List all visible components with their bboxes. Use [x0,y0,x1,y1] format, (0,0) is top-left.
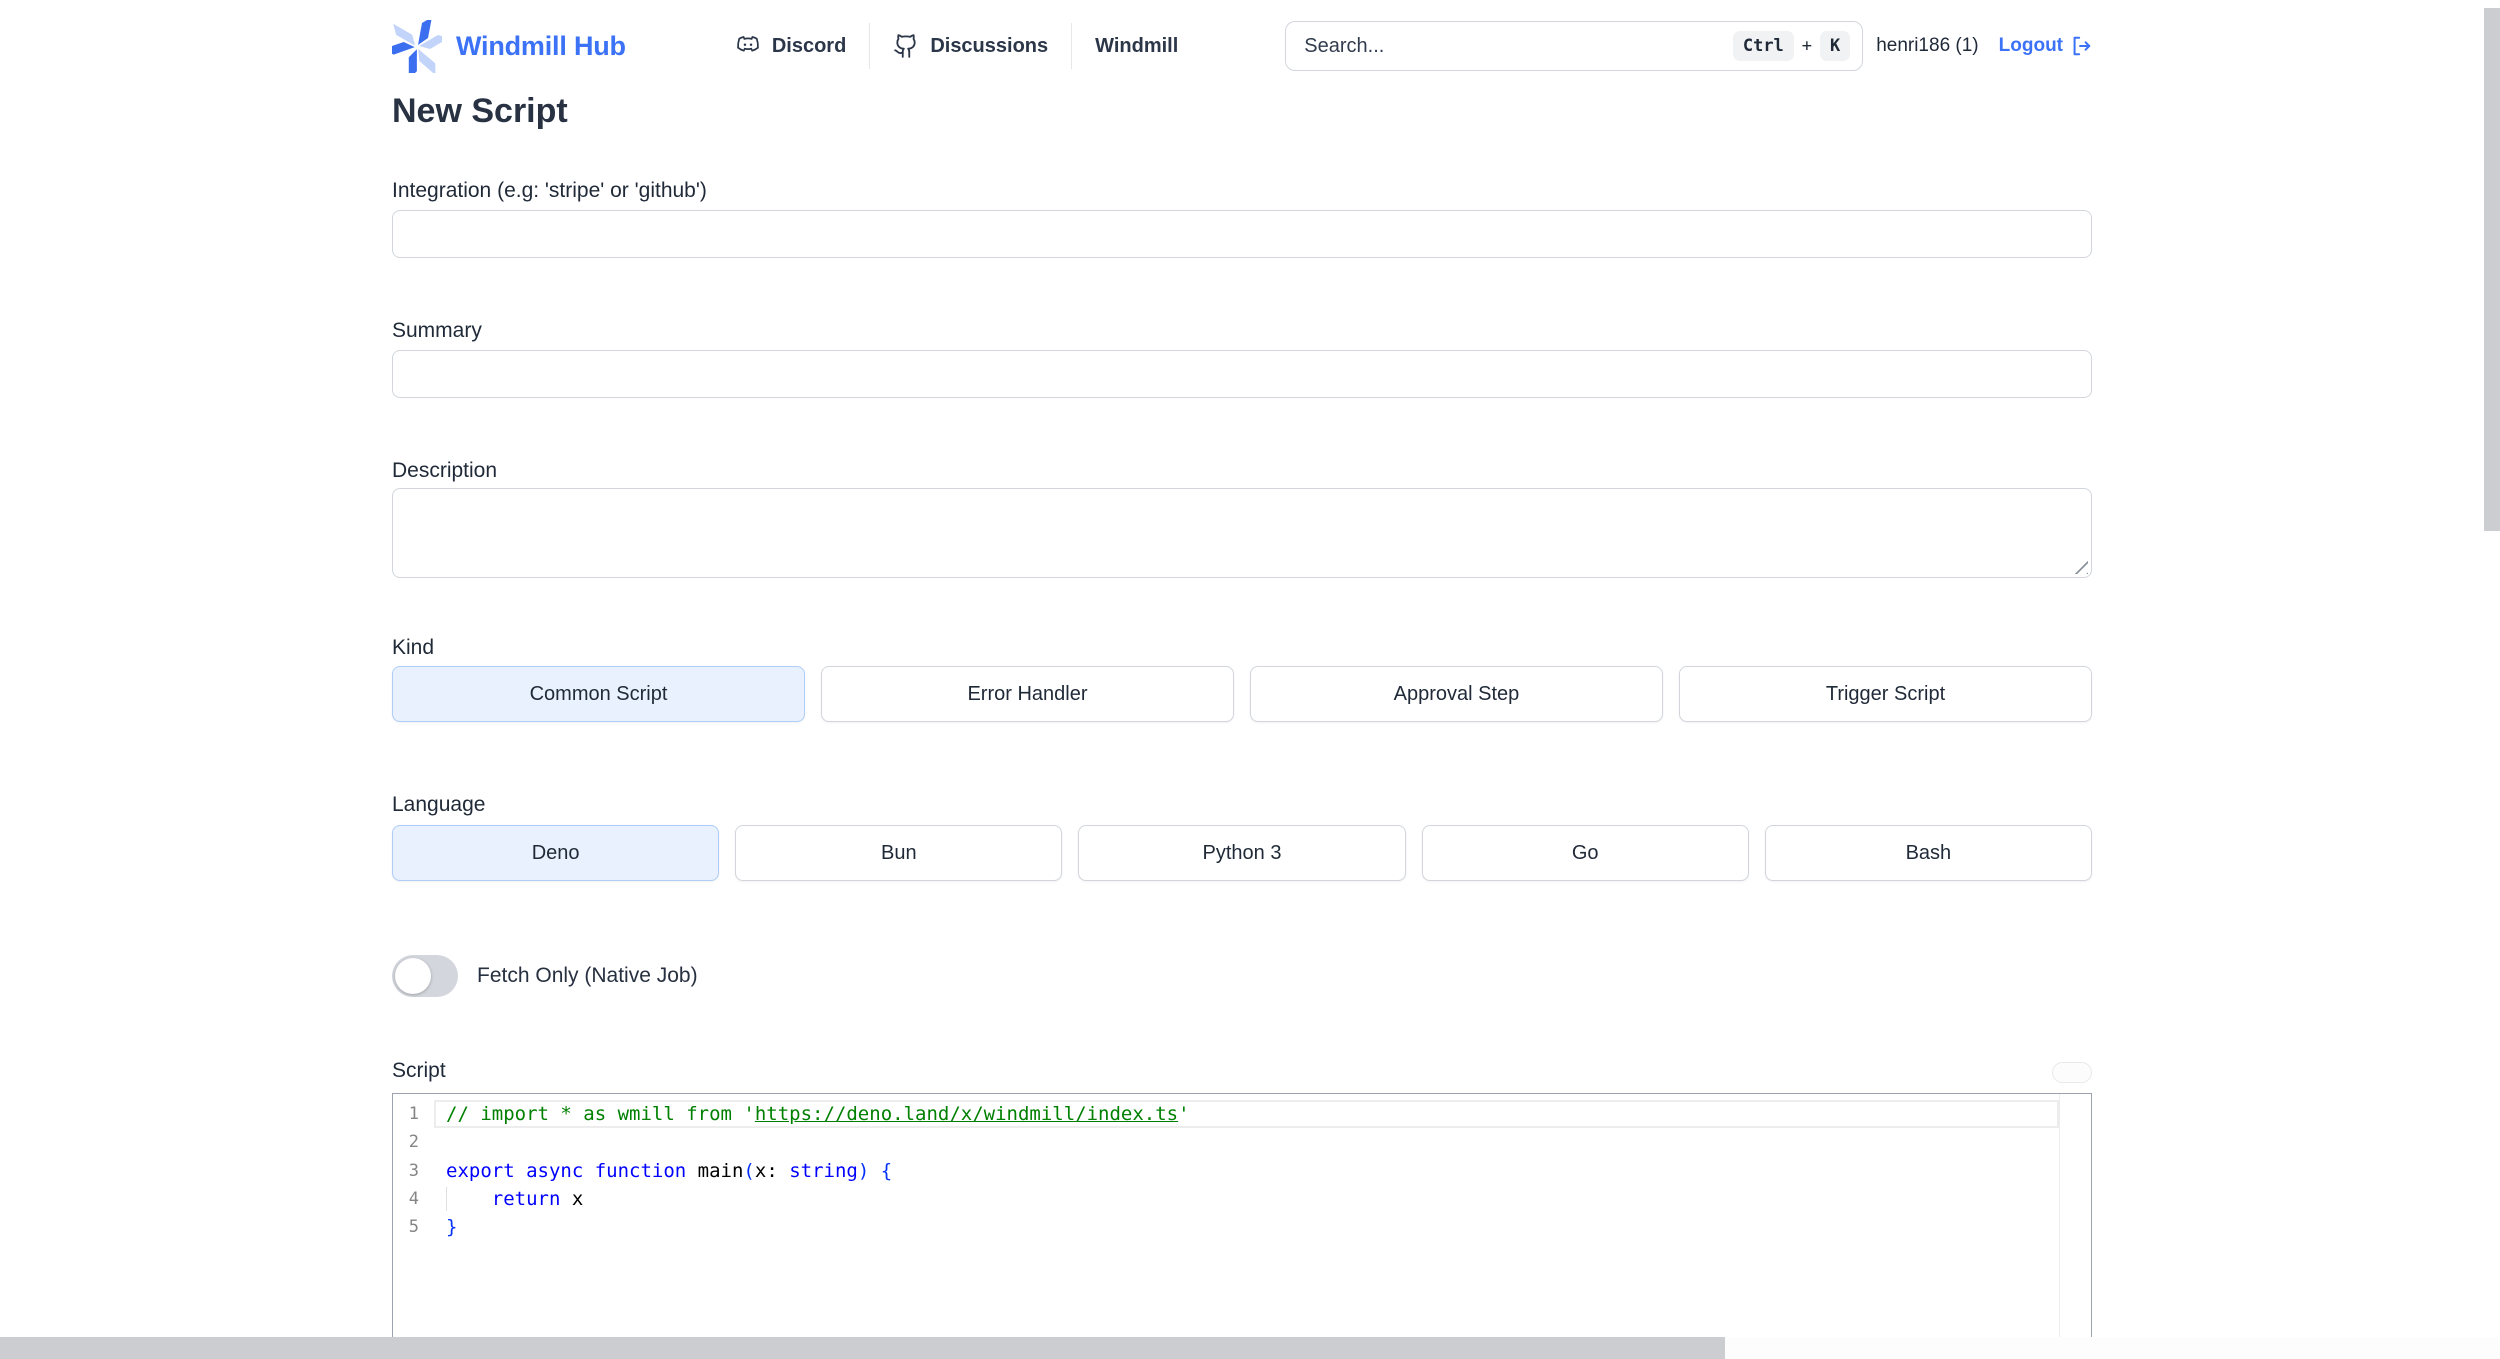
line-number: 4 [408,1188,419,1209]
line-number: 3 [408,1160,419,1181]
code-line[interactable]: 5} [393,1213,2091,1241]
code-lines: 1 // import * as wmill from 'https://deno… [393,1100,2091,1241]
code-text: export async function main(x: string) { [446,1159,893,1182]
brand-name: Windmill Hub [456,30,626,61]
kbd-ctrl: Ctrl [1732,31,1794,61]
fetch-only-label: Fetch Only (Native Job) [477,964,698,987]
nav-item-discord[interactable]: Discord [712,33,869,59]
windmill-logo-icon [392,19,442,73]
kind-button-error-handler[interactable]: Error Handler [821,666,1234,722]
horizontal-scrollbar-thumb[interactable] [0,1337,1725,1359]
integration-input[interactable] [392,210,2092,258]
header-right: henri186 (1) Logout [1876,35,2092,57]
code-text: // import * as wmill from 'https://deno.… [434,1100,2091,1129]
code-editor[interactable]: 1 // import * as wmill from 'https://deno… [392,1093,2092,1359]
kbd-plus: + [1801,36,1813,56]
code-text: } [446,1216,458,1239]
line-number: 1 [408,1104,419,1124]
language-button-python3[interactable]: Python 3 [1078,825,1406,881]
indent-guide [446,1186,447,1212]
fetch-only-toggle[interactable] [392,955,458,997]
nav-item-discussions[interactable]: Discussions [870,33,1071,59]
logout-icon [2070,35,2092,57]
search-input[interactable] [1304,34,1733,58]
github-icon [893,33,919,59]
header: Windmill Hub Discord Discussions Windmil… [392,0,2092,88]
description-textarea[interactable] [392,488,2092,578]
code-line[interactable]: 4 return x [393,1185,2091,1213]
language-label: Language [392,793,486,816]
username: henri186 (1) [1876,35,1979,56]
integration-label: Integration (e.g: 'stripe' or 'github') [392,179,707,202]
code-line[interactable]: 1 // import * as wmill from 'https://deno… [393,1100,2091,1129]
fetch-only-row: Fetch Only (Native Job) [392,955,2092,997]
line-number: 5 [408,1217,419,1238]
nav-item-label: Discussions [930,34,1049,57]
new-script-page: Windmill Hub Discord Discussions Windmil… [0,0,2500,1359]
summary-input[interactable] [392,350,2092,398]
language-button-bun[interactable]: Bun [735,825,1063,881]
kind-button-trigger-script[interactable]: Trigger Script [1679,666,2092,722]
brand[interactable]: Windmill Hub [392,19,626,73]
nav-item-label: Discord [771,34,847,57]
logout-label: Logout [1998,35,2063,56]
language-button-bash[interactable]: Bash [1764,825,2092,881]
script-label: Script [392,1059,446,1082]
summary-label: Summary [392,319,482,342]
language-button-go[interactable]: Go [1421,825,1749,881]
kind-button-approval-step[interactable]: Approval Step [1250,666,1663,722]
code-line[interactable]: 3 export async function main(x: string) { [393,1157,2091,1185]
search-box[interactable]: Ctrl + K [1285,21,1864,71]
language-button-deno[interactable]: Deno [392,825,720,881]
logout-link[interactable]: Logout [1999,35,2092,57]
page-title: New Script [392,92,568,130]
code-line[interactable]: 2 [393,1128,2091,1156]
script-head: Script [392,1058,2092,1083]
editor-theme-toggle[interactable] [2052,1062,2092,1083]
search-shortcut: Ctrl + K [1732,31,1851,61]
description-label: Description [392,459,498,482]
code-text: return x [434,1185,2091,1213]
discord-icon [735,33,761,59]
line-number: 2 [408,1132,419,1153]
language-options: Deno Bun Python 3 Go Bash [392,825,2092,881]
nav-item-label: Windmill [1095,34,1179,57]
vertical-scrollbar[interactable] [2484,0,2500,1359]
header-nav: Discord Discussions Windmill [712,21,1201,71]
kind-label: Kind [392,636,435,659]
kind-button-common-script[interactable]: Common Script [392,666,805,722]
toggle-knob [395,958,431,994]
vertical-scrollbar-thumb[interactable] [2484,8,2500,531]
kind-options: Common Script Error Handler Approval Ste… [392,666,2092,722]
horizontal-scrollbar[interactable] [0,1337,2500,1359]
nav-item-windmill[interactable]: Windmill [1072,35,1201,58]
kbd-k: K [1820,31,1851,61]
